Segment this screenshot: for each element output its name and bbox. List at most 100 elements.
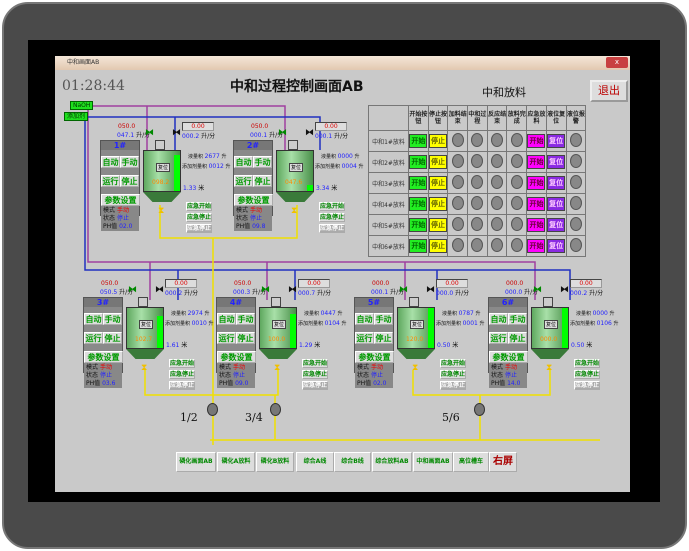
stop-button[interactable]: 停止 [429,155,448,169]
level-reset-button[interactable]: 复位 [547,218,566,232]
discharge-valve-icon[interactable]: ⧗ [274,363,280,373]
valve-icon[interactable]: ⧓ [278,128,287,138]
auto-button[interactable]: 自动 [84,313,103,325]
stop-button[interactable]: 停止 [429,239,448,253]
emergency-stop-button[interactable]: 应急停止 [574,370,600,379]
auto-button[interactable]: 自动 [234,156,253,168]
nav-button[interactable]: 磷化B放料 [256,452,294,472]
valve-icon[interactable]: ⧓ [399,285,408,295]
valve-icon[interactable]: ⧓ [145,128,154,138]
emergency-stop-disabled-button[interactable]: 应急停止 [574,381,600,390]
nav-button[interactable]: 综合A线 [296,452,334,472]
emergency-discharge-button[interactable]: 开始 [527,218,546,232]
nav-button[interactable]: 综合B线 [334,452,371,472]
params-button[interactable]: 参数设置 [101,194,140,206]
emergency-discharge-button[interactable]: 开始 [527,176,546,190]
tank[interactable]: 复位 000.0 [531,307,569,349]
start-button[interactable]: 开始 [409,197,428,211]
nav-button[interactable]: 综合放料AB [372,452,412,472]
emergency-discharge-button[interactable]: 开始 [527,134,546,148]
start-button[interactable]: 开始 [409,134,428,148]
start-button[interactable]: 开始 [409,176,428,190]
valve-icon[interactable]: ⧓ [533,285,542,295]
start-button[interactable]: 开始 [409,239,428,253]
valve-icon[interactable]: ⧓ [426,285,435,295]
run-button[interactable]: 运行 [84,332,103,344]
run-button[interactable]: 运行 [234,175,253,187]
flow-setpoint[interactable]: 050.0 [234,280,251,287]
valve-icon[interactable]: ⧓ [261,285,270,295]
nav-button[interactable]: 磷化画面AB [176,452,216,472]
stop-button[interactable]: 停止 [508,332,527,344]
tank[interactable]: 复位 047.6 [276,150,314,192]
start-button[interactable]: 开始 [409,218,428,232]
valve-icon[interactable]: ⧓ [155,285,164,295]
run-button[interactable]: 运行 [355,332,374,344]
pump-icon[interactable] [207,403,218,416]
run-button[interactable]: 运行 [217,332,236,344]
manual-button[interactable]: 手动 [236,313,255,325]
discharge-valve-icon[interactable]: ⧗ [291,206,297,216]
manual-button[interactable]: 手动 [103,313,122,325]
emergency-stop-button[interactable]: 应急停止 [169,370,195,379]
auto-button[interactable]: 自动 [101,156,120,168]
tank[interactable]: 复位 100.0 [259,307,297,349]
discharge-valve-icon[interactable]: ⧗ [158,206,164,216]
emergency-stop-button[interactable]: 应急停止 [319,213,345,222]
discharge-valve-icon[interactable]: ⧗ [141,363,147,373]
stop-button[interactable]: 停止 [236,332,255,344]
params-button[interactable]: 参数设置 [217,351,256,363]
emergency-stop-button[interactable]: 应急停止 [302,370,328,379]
emergency-discharge-button[interactable]: 开始 [527,155,546,169]
stop-button[interactable]: 停止 [374,332,393,344]
emergency-stop-disabled-button[interactable]: 应急停止 [319,224,345,233]
manual-button[interactable]: 手动 [508,313,527,325]
emergency-stop-disabled-button[interactable]: 应急停止 [302,381,328,390]
nav-button[interactable]: 磷化A放料 [217,452,255,472]
run-button[interactable]: 运行 [489,332,508,344]
emergency-start-button[interactable]: 应急开始 [440,359,466,368]
flow-setpoint[interactable]: 050.0 [101,280,118,287]
params-button[interactable]: 参数设置 [234,194,273,206]
auto-button[interactable]: 自动 [489,313,508,325]
stop-button[interactable]: 停止 [429,218,448,232]
level-reset-button[interactable]: 复位 [547,155,566,169]
valve-icon[interactable]: ⧓ [172,128,181,138]
auto-button[interactable]: 自动 [217,313,236,325]
level-reset-button[interactable]: 复位 [547,134,566,148]
params-button[interactable]: 参数设置 [489,351,528,363]
emergency-stop-disabled-button[interactable]: 应急停止 [186,224,212,233]
stop-button[interactable]: 停止 [103,332,122,344]
nav-button[interactable]: 右屏 [489,452,517,472]
emergency-discharge-button[interactable]: 开始 [527,239,546,253]
emergency-stop-disabled-button[interactable]: 应急停止 [169,381,195,390]
valve-icon[interactable]: ⧓ [128,285,137,295]
tank[interactable]: 复位 102.7 [126,307,164,349]
additive-valve-tag[interactable]: 添加剂 [64,112,89,121]
flow-setpoint[interactable]: 050.0 [251,123,268,130]
valve-icon[interactable]: ⧓ [560,285,569,295]
stop-button[interactable]: 停止 [429,197,448,211]
pump-icon[interactable] [474,403,485,416]
params-button[interactable]: 参数设置 [84,351,123,363]
flow-setpoint[interactable]: 050.0 [118,123,135,130]
nav-button[interactable]: 中和画面AB [413,452,453,472]
level-reset-button[interactable]: 复位 [547,176,566,190]
emergency-start-button[interactable]: 应急开始 [169,359,195,368]
valve-icon[interactable]: ⧓ [305,128,314,138]
flow-setpoint[interactable]: 000.0 [506,280,523,287]
discharge-valve-icon[interactable]: ⧗ [546,363,552,373]
discharge-valve-icon[interactable]: ⧗ [412,363,418,373]
manual-button[interactable]: 手动 [120,156,139,168]
run-button[interactable]: 运行 [101,175,120,187]
stop-button[interactable]: 停止 [120,175,139,187]
stop-button[interactable]: 停止 [429,176,448,190]
tank[interactable]: 复位 120.0 [397,307,435,349]
stop-button[interactable]: 停止 [253,175,272,187]
naoh-valve-tag[interactable]: NaOH [70,101,94,110]
emergency-stop-button[interactable]: 应急停止 [440,370,466,379]
flow-setpoint[interactable]: 000.0 [372,280,389,287]
manual-button[interactable]: 手动 [253,156,272,168]
nav-button[interactable]: 高位槽车 [453,452,489,472]
exit-button[interactable]: 退出 [590,80,628,102]
